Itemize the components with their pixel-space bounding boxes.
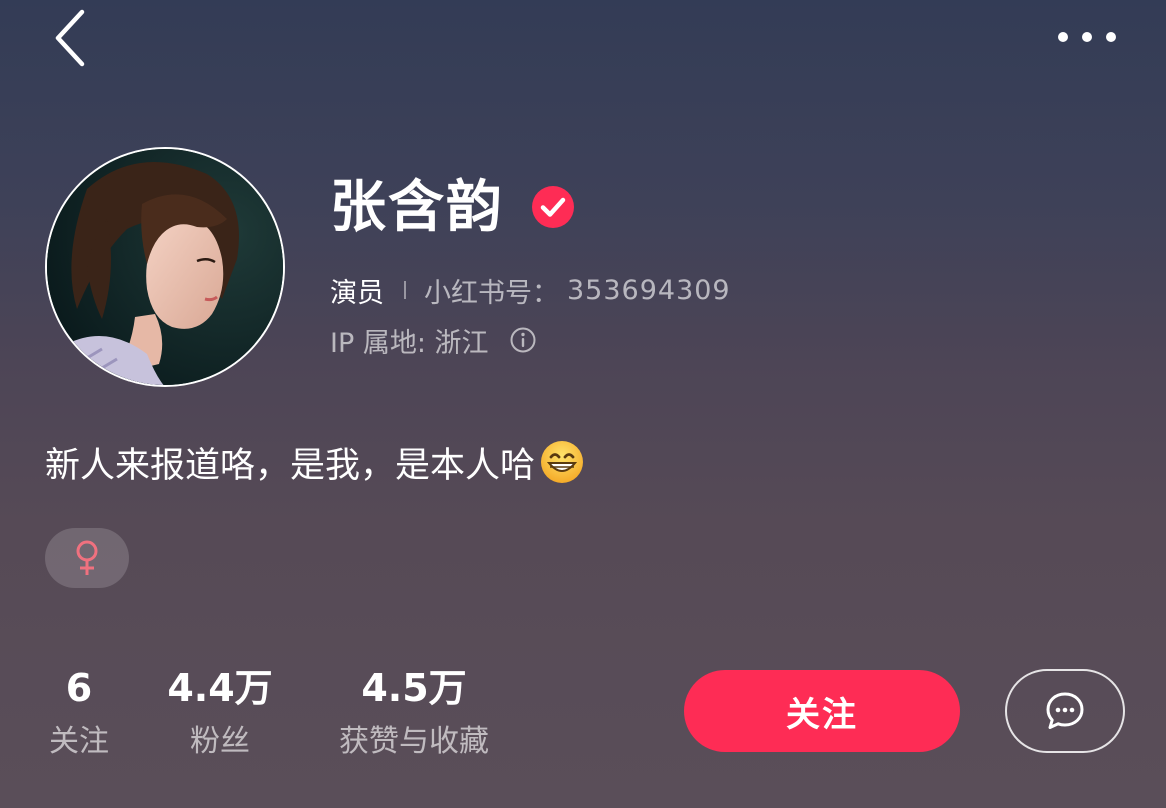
profile-id-label: 小红书号： bbox=[424, 277, 559, 309]
profile-role: 演员 bbox=[330, 277, 384, 309]
follow-button[interactable]: 关注 bbox=[684, 670, 960, 752]
verified-check-icon bbox=[531, 185, 575, 229]
stat-following-label[interactable]: 关注 bbox=[45, 722, 113, 762]
ip-location-text: IP 属地: 浙江 bbox=[330, 327, 489, 359]
avatar-photo bbox=[47, 149, 283, 385]
profile-name: 张含韵 bbox=[330, 175, 504, 240]
message-button[interactable] bbox=[1005, 669, 1125, 753]
gender-tag bbox=[45, 528, 129, 588]
chevron-left-icon bbox=[55, 9, 85, 67]
bio-text: 新人来报道咯，是我，是本人哈 bbox=[45, 445, 536, 486]
profile-id-value[interactable]: 353694309 bbox=[567, 275, 731, 306]
profile-meta: 演员 小红书号： 353694309 bbox=[330, 270, 731, 310]
stat-fans-count[interactable]: 4.4万 bbox=[160, 663, 280, 713]
stat-fans-label[interactable]: 粉丝 bbox=[160, 722, 280, 762]
stat-likes-label[interactable]: 获赞与收藏 bbox=[330, 722, 498, 762]
grinning-face-emoji-icon bbox=[539, 439, 585, 485]
info-icon[interactable] bbox=[509, 326, 537, 354]
chat-bubble-icon bbox=[1046, 692, 1084, 729]
stat-likes-count[interactable]: 4.5万 bbox=[330, 663, 498, 713]
back-button[interactable] bbox=[40, 4, 100, 68]
stat-following-count[interactable]: 6 bbox=[45, 663, 113, 713]
avatar[interactable] bbox=[45, 147, 285, 387]
profile-bio: 新人来报道咯，是我，是本人哈 bbox=[45, 436, 585, 488]
meta-divider bbox=[404, 281, 406, 299]
female-icon bbox=[76, 540, 98, 575]
ip-location: IP 属地: 浙江 bbox=[330, 320, 537, 360]
more-dots-icon bbox=[1058, 32, 1116, 42]
more-button[interactable] bbox=[1050, 18, 1124, 56]
